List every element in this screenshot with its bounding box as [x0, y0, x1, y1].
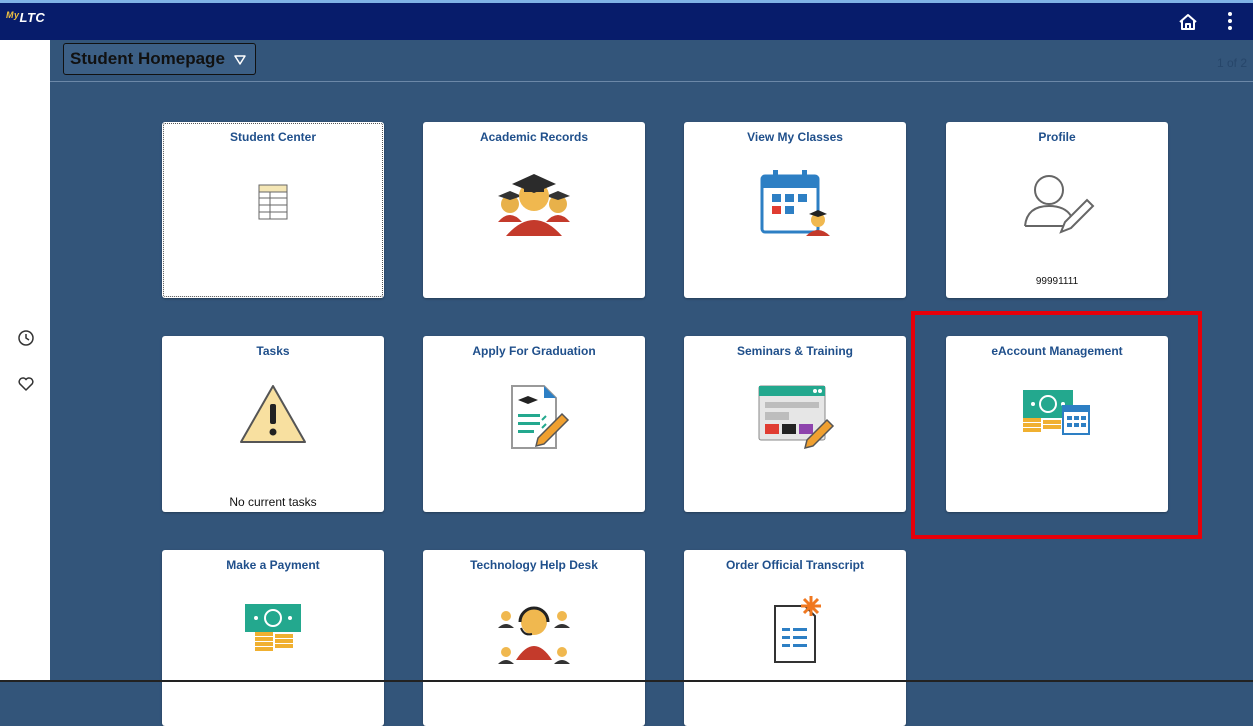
- transcript-icon: [765, 594, 825, 671]
- tile-title: Technology Help Desk: [470, 558, 598, 572]
- help-desk-icon: [494, 594, 574, 669]
- tile-title: Profile: [1038, 130, 1076, 144]
- chevron-down-icon: [233, 45, 246, 75]
- tile-seminars-training[interactable]: Seminars & Training: [684, 336, 906, 512]
- tile-title: eAccount Management: [991, 344, 1123, 358]
- heart-icon[interactable]: [17, 375, 35, 393]
- graduation-cap-icon: [496, 166, 572, 243]
- tile-academic-records[interactable]: Academic Records: [423, 122, 645, 298]
- tile-title: Seminars & Training: [736, 344, 854, 358]
- header-divider: [50, 81, 1253, 82]
- tile-make-a-payment[interactable]: Make a Payment: [162, 550, 384, 726]
- tile-title: Tasks: [256, 344, 290, 358]
- tile-title: Make a Payment: [226, 558, 320, 572]
- more-options-icon[interactable]: [1222, 9, 1238, 35]
- tile-view-my-classes[interactable]: View My Classes: [684, 122, 906, 298]
- tile-title: View My Classes: [747, 130, 843, 144]
- tile-title: Apply For Graduation: [472, 344, 596, 358]
- tile-title: Academic Records: [479, 130, 589, 144]
- tile-title: Student Center: [229, 130, 316, 144]
- logo-text: LTC: [19, 10, 46, 25]
- tile-student-center[interactable]: Student Center: [162, 122, 384, 298]
- tile-profile[interactable]: Profile 99991111: [946, 122, 1168, 298]
- page-selector-dropdown[interactable]: Student Homepage: [63, 43, 256, 75]
- clock-icon[interactable]: [17, 329, 35, 347]
- seminar-window-icon: [755, 380, 835, 457]
- logo[interactable]: MyLTC: [6, 10, 45, 25]
- tile-apply-for-graduation[interactable]: Apply For Graduation: [423, 336, 645, 512]
- page-indicator: 1 of 2: [1216, 56, 1247, 70]
- money-icon: [241, 594, 305, 661]
- tile-subtext: 99991111: [1035, 276, 1079, 287]
- tile-order-official-transcript[interactable]: Order Official Transcript: [684, 550, 906, 726]
- tile-technology-help-desk[interactable]: Technology Help Desk: [423, 550, 645, 726]
- warning-icon: [237, 380, 309, 453]
- top-header-bar: MyLTC: [0, 0, 1253, 40]
- graduation-document-icon: [498, 380, 570, 457]
- account-money-icon: [1021, 380, 1093, 445]
- tile-subtext: No current tasks: [229, 495, 317, 509]
- tile-tasks[interactable]: Tasks No current tasks: [162, 336, 384, 512]
- class-calendar-icon: [758, 166, 832, 243]
- logo-prefix: My: [6, 10, 20, 20]
- student-center-icon: [258, 184, 288, 225]
- tile-title: Order Official Transcript: [725, 558, 865, 572]
- home-icon[interactable]: [1177, 11, 1199, 33]
- tile-eaccount-management[interactable]: eAccount Management: [946, 336, 1168, 512]
- left-sidebar: [0, 40, 50, 682]
- page-selector-label: Student Homepage: [70, 49, 225, 68]
- profile-edit-icon: [1017, 166, 1097, 243]
